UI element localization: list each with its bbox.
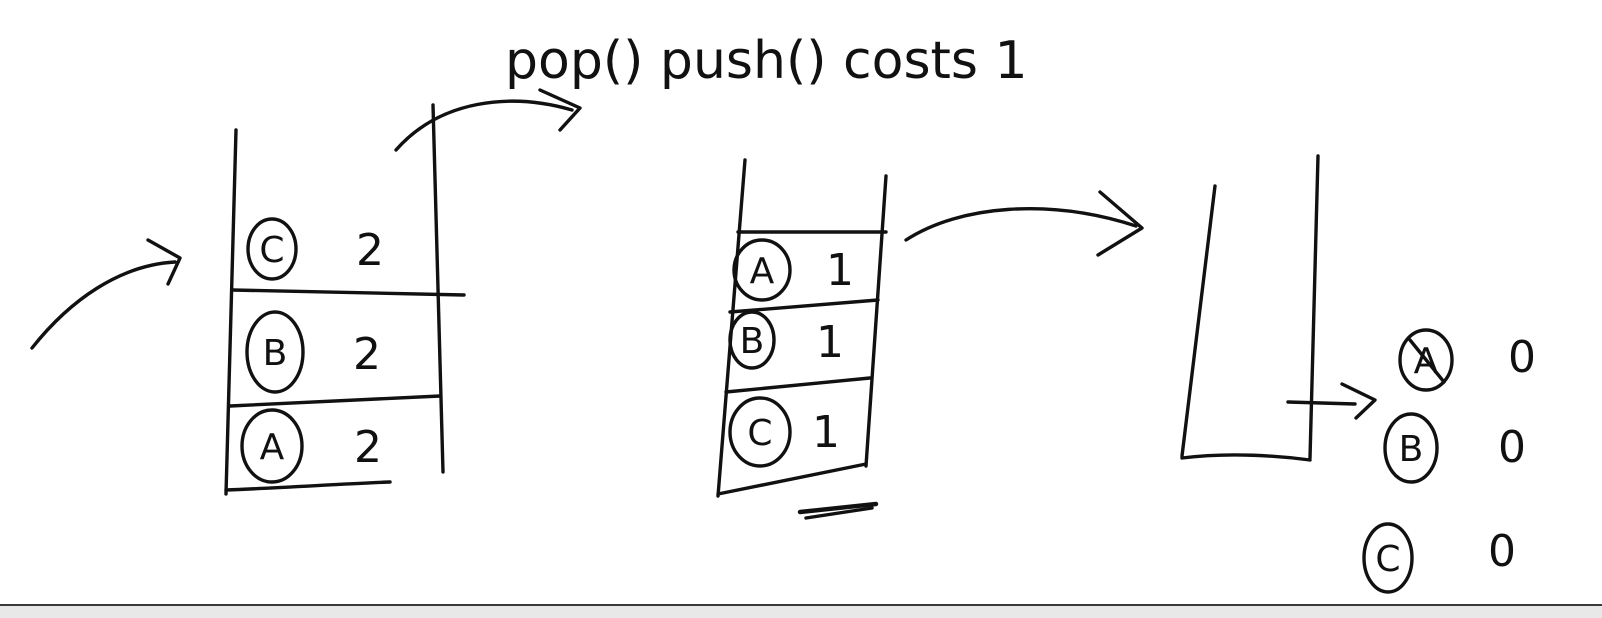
outgoing-arrow (1286, 382, 1377, 420)
bottom-bar (0, 604, 1602, 618)
stack-1-divider (230, 288, 466, 297)
stack-2: A 1 B 1 C 1 (716, 158, 888, 520)
title-text: pop() push() costs 1 (505, 31, 1028, 91)
stack-1-item-letter: C (259, 230, 284, 271)
stack-1-item-count: 2 (353, 329, 381, 380)
popped-item-count: 0 (1508, 332, 1536, 383)
popped-item-count: 0 (1488, 526, 1516, 577)
stack-1-bottom (224, 480, 392, 492)
stack-3-right-wall (1308, 154, 1320, 460)
stack-1: C 2 B 2 A 2 (224, 103, 466, 496)
stack-1-item: B 2 (245, 310, 381, 394)
stack-2-item-count: 1 (812, 407, 840, 458)
popped-item-count: 0 (1498, 422, 1526, 473)
popped-item-letter: C (1375, 539, 1400, 580)
popped-item: B 0 (1383, 412, 1526, 484)
top-arrow (394, 88, 582, 152)
stack-3-left-wall (1180, 184, 1217, 458)
stack-1-item-count: 2 (354, 422, 382, 473)
stack-2-item-count: 1 (816, 317, 844, 368)
stack-1-item-letter: A (260, 427, 285, 468)
stack-2-item-letter: A (750, 251, 775, 292)
stack-2-item-letter: C (747, 413, 772, 454)
stack-2-right-wall (864, 174, 888, 468)
stack-3-bottom (1180, 453, 1312, 462)
stack-2-item-count: 1 (826, 245, 854, 296)
incoming-arrow (30, 238, 182, 350)
stack-1-right-wall (431, 103, 445, 474)
stack-2-item: B 1 (728, 310, 844, 370)
popped-item: A 0 (1398, 328, 1536, 392)
stack-2-divider (728, 298, 880, 314)
popped-item: C 0 (1362, 522, 1516, 594)
stack-2-item: C 1 (728, 396, 840, 468)
stack-1-divider (228, 394, 442, 408)
stack-2-bottom (716, 462, 868, 496)
stack-1-item-count: 2 (356, 225, 384, 276)
stack-1-left-wall (224, 128, 238, 496)
stack-2-item-letter: B (740, 321, 765, 362)
stack-1-item: A 2 (240, 408, 382, 484)
whiteboard-canvas: pop() push() costs 1 C 2 B 2 A 2 A 1 B 1… (0, 0, 1602, 618)
popped-item-letter: B (1399, 429, 1424, 470)
popped-items: A 0 B 0 C 0 (1362, 328, 1536, 594)
stack-2-item: A 1 (732, 238, 854, 302)
stack-1-item: C 2 (246, 217, 384, 281)
stack-1-item-letter: B (263, 333, 288, 374)
stack-2-divider (724, 376, 872, 394)
stack-3 (1180, 154, 1320, 462)
middle-arrow (904, 190, 1144, 257)
